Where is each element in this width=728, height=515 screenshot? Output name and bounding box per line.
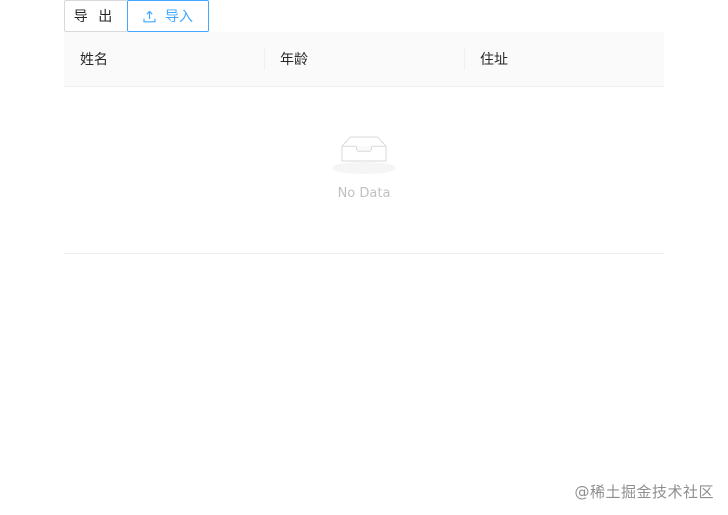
data-table: 姓名 年龄 住址 No Data [64,32,664,254]
column-header-address[interactable]: 住址 [464,32,664,86]
import-button-label: 导入 [165,9,193,25]
empty-inbox-icon [332,133,396,178]
empty-description: No Data [337,186,391,201]
table-header: 姓名 年龄 住址 [64,32,664,87]
column-header-name[interactable]: 姓名 [64,32,264,86]
upload-icon [143,10,156,23]
export-button[interactable]: 导 出 [64,0,128,32]
toolbar: 导 出 导入 [64,0,209,32]
import-button[interactable]: 导入 [127,0,209,32]
watermark: @稀土掘金技术社区 [574,483,714,501]
empty-state: No Data [64,133,664,201]
table-body: No Data [64,87,664,254]
column-header-age[interactable]: 年龄 [264,32,464,86]
